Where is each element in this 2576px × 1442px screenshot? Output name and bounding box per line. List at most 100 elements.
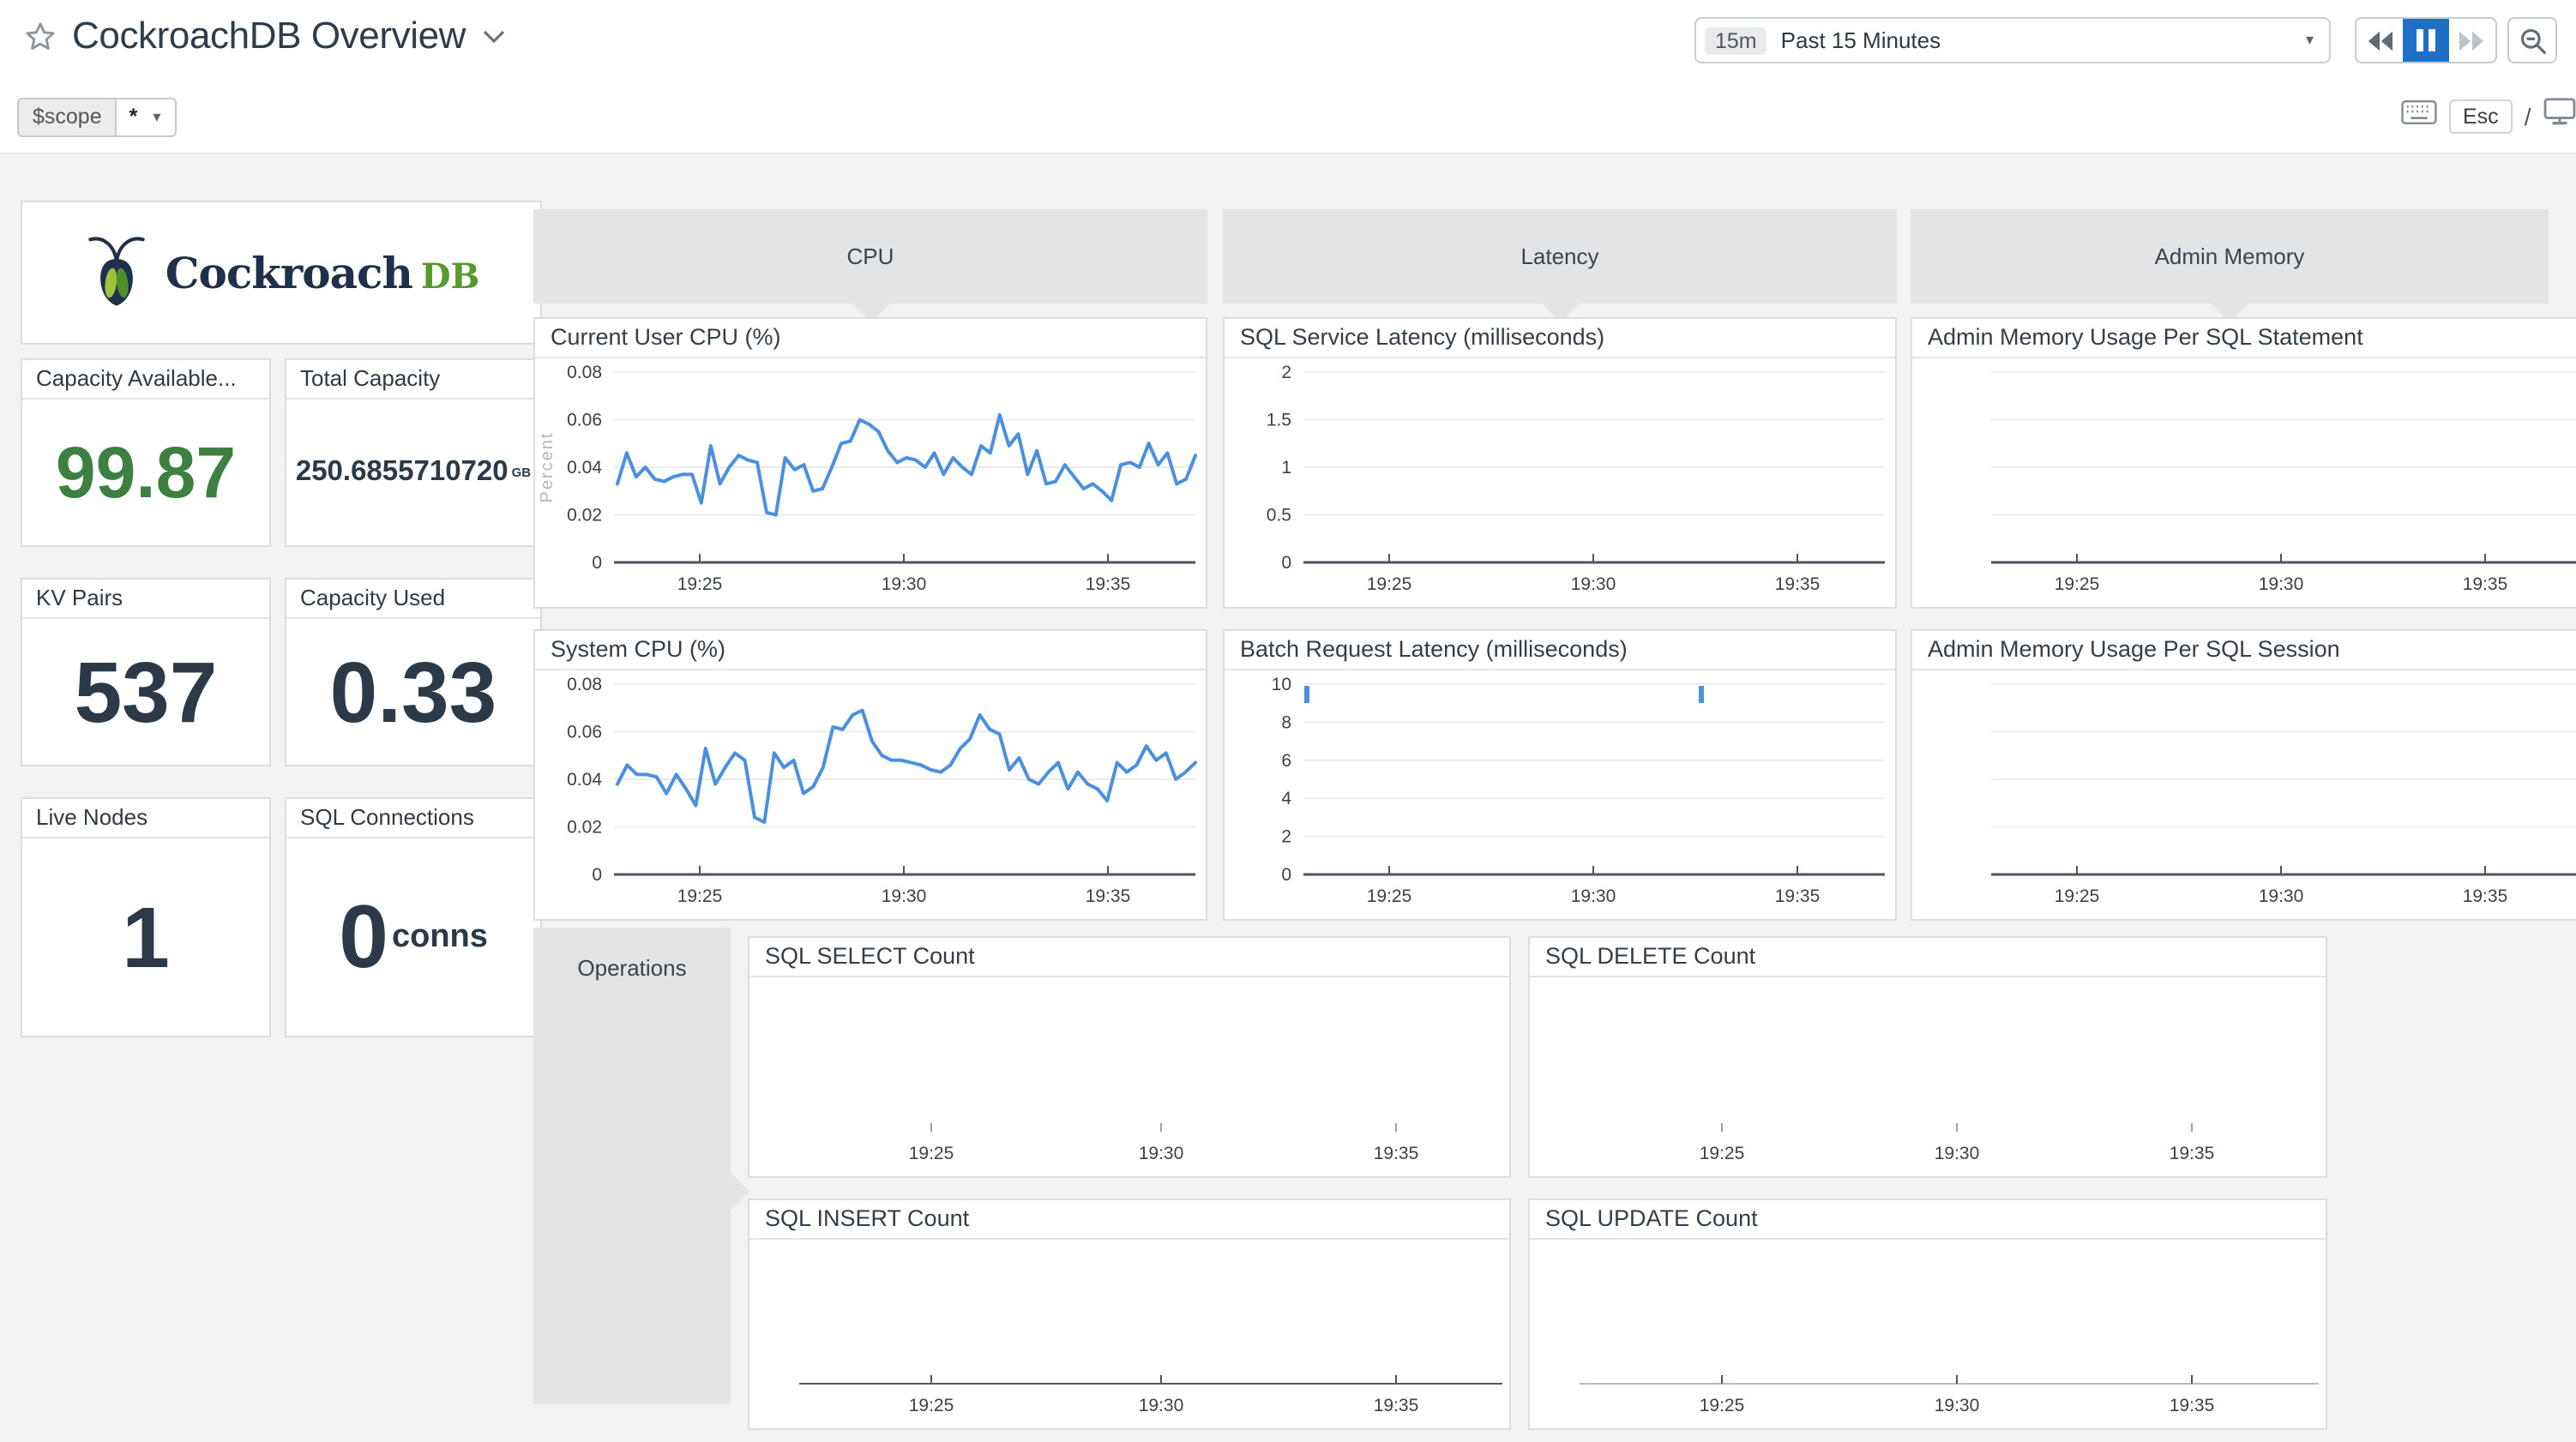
stat-total-capacity[interactable]: Total Capacity 250.6855710720GB — [285, 358, 542, 547]
stat-value-area: 1 — [22, 838, 269, 1036]
chart-plot[interactable]: 21.510.5019:2519:3019:35 — [1225, 358, 1895, 607]
svg-text:19:25: 19:25 — [2055, 574, 2100, 594]
svg-text:0: 0 — [592, 865, 602, 885]
group-header-operations[interactable]: Operations — [533, 928, 731, 1404]
stat-unit: GB — [512, 466, 532, 479]
chart-title: SQL Service Latency (milliseconds) — [1225, 319, 1895, 358]
stat-capacity-used[interactable]: Capacity Used 0.33 — [285, 578, 542, 766]
time-range-caret-icon: ▾ — [2306, 31, 2314, 50]
chart-system-cpu: System CPU (%) 0.080.060.040.02019:2519:… — [533, 629, 1207, 921]
svg-text:19:35: 19:35 — [1775, 574, 1821, 594]
scope-value: * — [117, 99, 150, 135]
pause-button[interactable] — [2403, 19, 2449, 62]
chart-plot[interactable]: 19:2519:3019:35 — [749, 977, 1509, 1176]
chart-current-user-cpu: Current User CPU (%) 0.080.060.040.02019… — [533, 317, 1207, 609]
svg-text:19:35: 19:35 — [1086, 886, 1131, 906]
stat-title: Total Capacity — [286, 360, 540, 400]
chevron-down-icon[interactable] — [481, 28, 505, 44]
tv-mode-icon[interactable] — [2543, 98, 2575, 134]
group-header-admin-memory[interactable]: Admin Memory — [1911, 209, 2549, 303]
scope-caret-icon: ▾ — [149, 99, 174, 135]
chart-title: Admin Memory Usage Per SQL Session — [1912, 631, 2576, 670]
svg-text:0.04: 0.04 — [567, 458, 602, 478]
chart-admin-memory-per-sql-session: Admin Memory Usage Per SQL Session 19:25… — [1911, 629, 2576, 921]
svg-text:19:30: 19:30 — [2259, 574, 2304, 594]
chart-sql-delete-count: SQL DELETE Count 19:2519:3019:35 — [1528, 936, 2327, 1178]
top-header: CockroachDB Overview $scope * ▾ 15m Past… — [0, 0, 2576, 154]
svg-text:1: 1 — [1281, 458, 1291, 478]
svg-text:0.06: 0.06 — [567, 723, 602, 742]
slash-separator: / — [2525, 102, 2531, 129]
template-variable-scope[interactable]: $scope * ▾ — [17, 98, 176, 137]
svg-text:0.08: 0.08 — [567, 675, 602, 694]
time-range-label: Past 15 Minutes — [1781, 27, 1941, 53]
svg-text:6: 6 — [1281, 751, 1291, 771]
chart-sql-select-count: SQL SELECT Count 19:2519:3019:35 — [748, 936, 1511, 1178]
stat-value-area: 250.6855710720GB — [286, 400, 540, 545]
chart-title: Batch Request Latency (milliseconds) — [1225, 631, 1895, 670]
chart-plot[interactable]: 19:2519:3019:35 — [1912, 670, 2576, 919]
chart-title: SQL UPDATE Count — [1530, 1200, 2326, 1240]
svg-text:19:30: 19:30 — [1571, 574, 1616, 594]
chart-plot[interactable]: 108642019:2519:3019:35 — [1225, 670, 1895, 919]
cockroach-bug-icon — [83, 225, 152, 320]
chart-plot[interactable]: 0.080.060.040.02019:2519:3019:35Percent — [535, 358, 1206, 607]
svg-text:19:25: 19:25 — [2055, 886, 2100, 906]
chart-plot[interactable]: 19:25 19:30 19:35 — [1530, 977, 2326, 1176]
chart-title: Current User CPU (%) — [535, 319, 1206, 358]
svg-text:19:30: 19:30 — [1139, 1144, 1184, 1163]
chart-title: Admin Memory Usage Per SQL Statement — [1912, 319, 2576, 358]
favorite-star-icon[interactable] — [24, 20, 57, 52]
rewind-button[interactable] — [2356, 19, 2403, 62]
svg-text:19:30: 19:30 — [882, 574, 927, 594]
stat-value: 99.87 — [56, 436, 236, 508]
logo-wordmark: CockroachDB — [166, 248, 480, 297]
chart-batch-request-latency: Batch Request Latency (milliseconds) 108… — [1223, 629, 1897, 921]
stat-title: SQL Connections — [286, 799, 540, 838]
group-label: Admin Memory — [2155, 243, 2305, 269]
chart-plot[interactable]: 19:25 19:30 19:35 — [1912, 358, 2576, 607]
title-row: CockroachDB Overview — [24, 14, 505, 58]
keyboard-hint-row: Esc / — [2401, 94, 2575, 137]
group-header-cpu[interactable]: CPU — [533, 209, 1207, 303]
svg-text:19:35: 19:35 — [1374, 1144, 1419, 1163]
time-range-badge: 15m — [1705, 27, 1767, 54]
time-range-picker[interactable]: 15m Past 15 Minutes ▾ — [1694, 17, 2331, 63]
svg-text:19:25: 19:25 — [1700, 1144, 1745, 1163]
keyboard-icon — [2401, 99, 2437, 133]
svg-text:4: 4 — [1281, 789, 1291, 808]
stat-value: 0 — [339, 892, 388, 982]
group-label: CPU — [847, 243, 894, 269]
svg-text:19:25: 19:25 — [1700, 1396, 1745, 1415]
svg-text:19:35: 19:35 — [1775, 886, 1821, 906]
chart-plot[interactable]: 0.080.060.040.02019:2519:3019:35 — [535, 670, 1206, 919]
svg-text:0.08: 0.08 — [567, 363, 602, 382]
svg-text:19:35: 19:35 — [2463, 574, 2508, 594]
stat-value: 537 — [75, 649, 218, 735]
stat-title: KV Pairs — [22, 580, 269, 619]
chart-plot[interactable]: 19:2519:3019:35 — [749, 1240, 1509, 1428]
fast-forward-button[interactable] — [2449, 19, 2495, 62]
svg-text:19:35: 19:35 — [2170, 1144, 2215, 1163]
scope-name: $scope — [19, 99, 117, 135]
zoom-out-button[interactable] — [2507, 17, 2557, 63]
svg-text:19:35: 19:35 — [2463, 886, 2508, 906]
stat-title: Live Nodes — [22, 799, 269, 838]
dashboard: CockroachDB Overview $scope * ▾ 15m Past… — [0, 0, 2576, 1442]
svg-text:19:30: 19:30 — [1935, 1144, 1980, 1163]
stat-live-nodes[interactable]: Live Nodes 1 — [21, 797, 271, 1037]
chart-admin-memory-per-sql-statement: Admin Memory Usage Per SQL Statement 19:… — [1911, 317, 2576, 609]
svg-text:19:30: 19:30 — [1139, 1396, 1184, 1415]
svg-text:0.02: 0.02 — [567, 506, 602, 526]
svg-text:1.5: 1.5 — [1267, 411, 1291, 430]
stat-sql-connections[interactable]: SQL Connections 0conns — [285, 797, 542, 1037]
svg-text:19:35: 19:35 — [1374, 1396, 1419, 1415]
cockroachdb-logo-card[interactable]: CockroachDB — [21, 201, 542, 345]
svg-text:2: 2 — [1281, 827, 1291, 847]
time-playback-controls — [2355, 17, 2497, 63]
stat-capacity-available[interactable]: Capacity Available... 99.87 — [21, 358, 271, 547]
chart-plot[interactable]: 19:2519:3019:35 — [1530, 1240, 2326, 1428]
group-label: Latency — [1520, 243, 1598, 269]
stat-kv-pairs[interactable]: KV Pairs 537 — [21, 578, 271, 766]
group-header-latency[interactable]: Latency — [1223, 209, 1897, 303]
